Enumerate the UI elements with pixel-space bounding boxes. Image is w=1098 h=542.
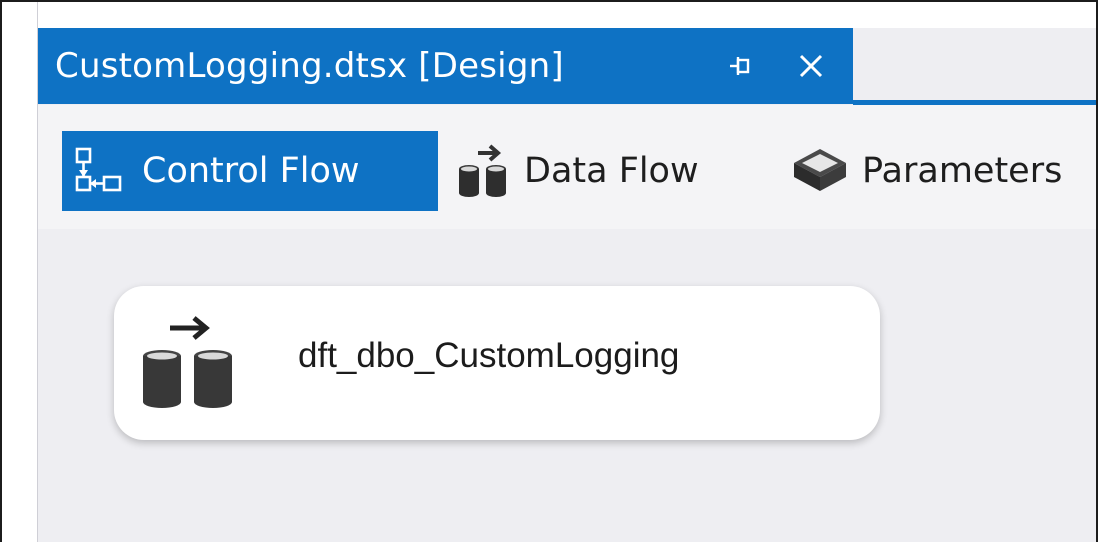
left-gutter	[2, 2, 38, 542]
designer-toolbar: Control Flow Data Flow Parameters	[38, 105, 1096, 229]
pin-icon[interactable]	[718, 28, 764, 104]
control-flow-icon	[74, 146, 130, 196]
design-canvas[interactable]: dft_dbo_CustomLogging	[38, 229, 1096, 542]
title-area-background	[2, 2, 1096, 28]
data-flow-task[interactable]: dft_dbo_CustomLogging	[114, 286, 880, 440]
close-icon[interactable]	[788, 28, 834, 104]
tab-parameters-label: Parameters	[862, 151, 1063, 191]
tab-control-flow-label: Control Flow	[142, 151, 360, 191]
document-tab[interactable]: CustomLogging.dtsx [Design]	[38, 28, 853, 104]
data-flow-task-label: dft_dbo_CustomLogging	[298, 336, 680, 375]
data-flow-icon	[456, 143, 512, 199]
tab-data-flow[interactable]: Data Flow	[456, 131, 699, 211]
tab-parameters[interactable]: Parameters	[790, 131, 1062, 211]
tab-control-flow[interactable]: Control Flow	[62, 131, 438, 211]
designer-window: CustomLogging.dtsx [Design] Control Flow…	[0, 0, 1098, 542]
data-flow-task-icon	[134, 316, 254, 414]
document-tab-title: CustomLogging.dtsx [Design]	[55, 46, 564, 86]
parameters-icon	[790, 143, 850, 199]
tab-data-flow-label: Data Flow	[524, 151, 699, 191]
